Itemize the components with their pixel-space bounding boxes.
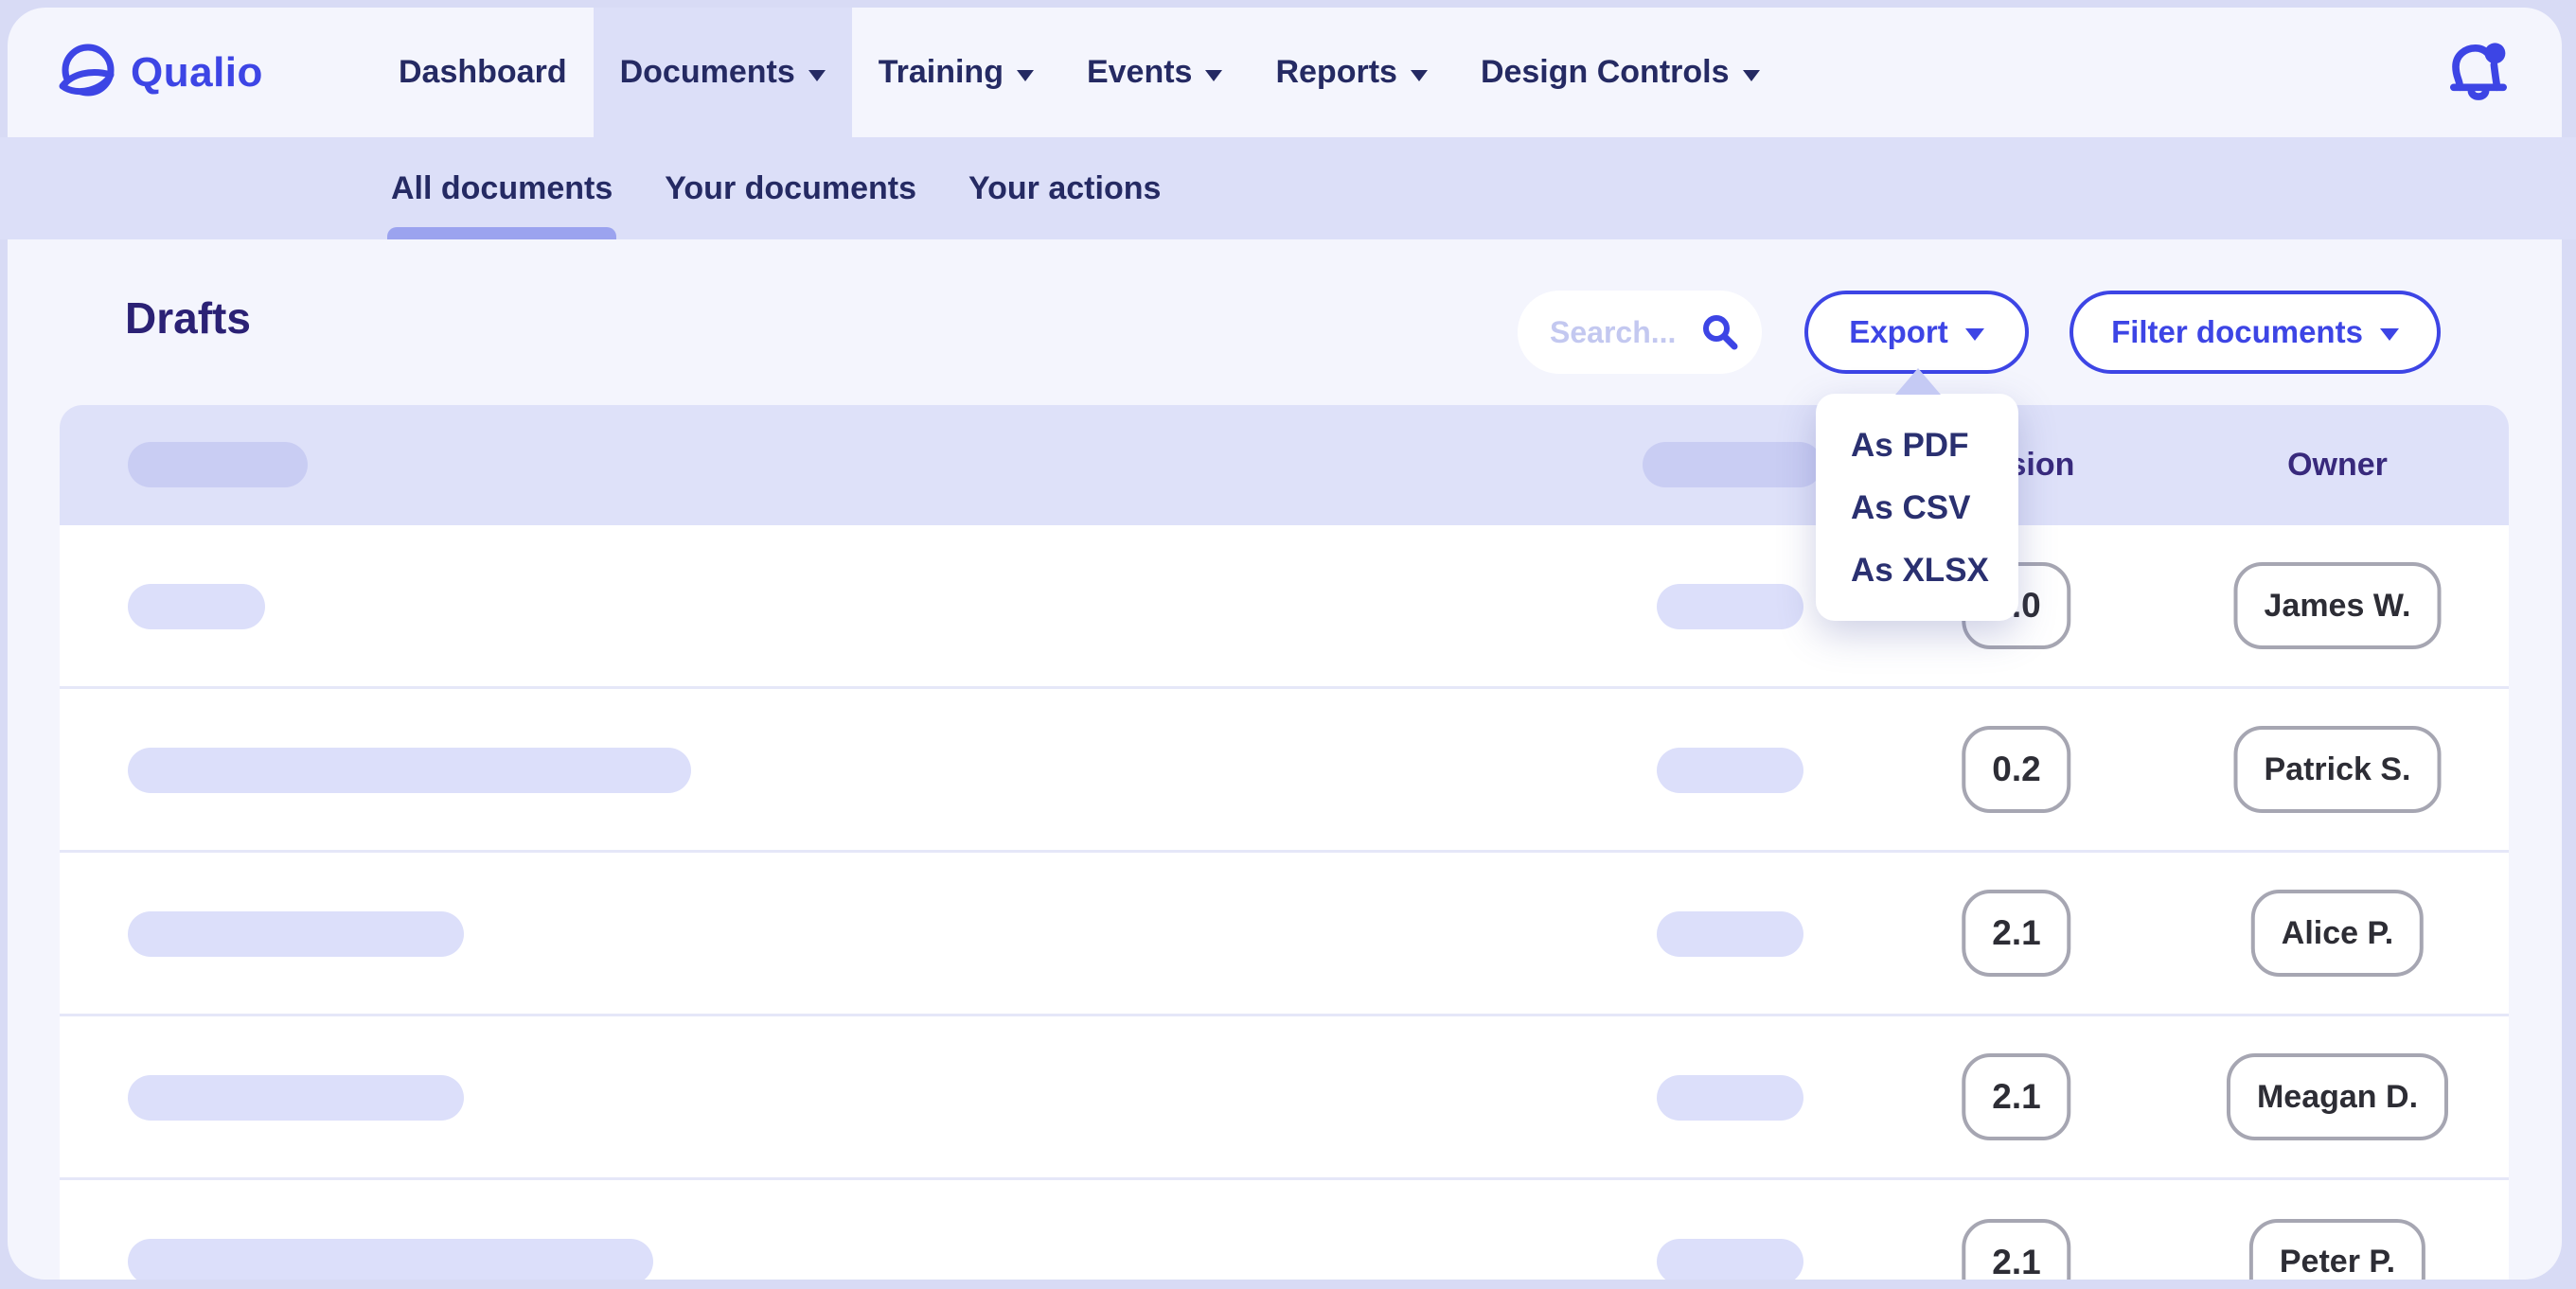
title-placeholder-bar (128, 1075, 464, 1121)
documents-subnav: All documents Your documents Your action… (0, 137, 2576, 239)
nav-item-documents[interactable]: Documents (594, 8, 852, 137)
owner-badge: Meagan D. (2227, 1053, 2448, 1140)
chevron-down-icon (1743, 70, 1760, 81)
status-placeholder-bar (1657, 1075, 1803, 1121)
menu-caret-icon (1895, 368, 1941, 395)
menu-item-as-pdf[interactable]: As PDF (1816, 415, 2018, 477)
content-area: Drafts Export Filter documents Version O… (8, 239, 2562, 1280)
search-box[interactable] (1518, 291, 1762, 374)
table-row[interactable]: 2.1 Peter P. (60, 1180, 2509, 1280)
chevron-down-icon (2380, 328, 2399, 341)
app-window: Qualio Dashboard Documents Training Even… (0, 0, 2576, 1289)
nav-item-label: Design Controls (1481, 54, 1730, 91)
bell-icon (2447, 39, 2510, 107)
nav-item-events[interactable]: Events (1060, 8, 1250, 137)
active-tab-indicator (387, 227, 616, 239)
column-header-owner: Owner (2243, 405, 2432, 525)
search-icon (1701, 313, 1739, 351)
chevron-down-icon (1411, 70, 1428, 81)
main-nav: Dashboard Documents Training Events Repo… (372, 8, 1786, 137)
table-row[interactable]: 2.1 Meagan D. (60, 1016, 2509, 1180)
nav-item-label: Dashboard (399, 54, 567, 91)
owner-badge: Peter P. (2249, 1219, 2425, 1280)
export-menu: As PDF As CSV As XLSX (1816, 394, 2018, 621)
header-placeholder-bar (1643, 442, 1822, 487)
nav-item-label: Events (1087, 54, 1193, 91)
nav-item-dashboard[interactable]: Dashboard (372, 8, 594, 137)
documents-table: Version Owner 1.0 James W. 0.2 Patrick S… (60, 405, 2509, 1280)
tab-your-documents[interactable]: Your documents (665, 137, 916, 239)
table-row[interactable]: 2.1 Alice P. (60, 853, 2509, 1016)
title-placeholder-bar (128, 911, 464, 957)
header-placeholder-bar (128, 442, 308, 487)
top-navbar: Qualio Dashboard Documents Training Even… (8, 8, 2562, 137)
nav-item-training[interactable]: Training (852, 8, 1060, 137)
tab-label: Your actions (968, 170, 1161, 207)
title-placeholder-bar (128, 748, 691, 793)
table-header-row: Version Owner (60, 405, 2509, 525)
version-badge: 2.1 (1962, 1219, 2070, 1280)
version-badge: 2.1 (1962, 890, 2070, 977)
owner-badge: Alice P. (2251, 890, 2424, 977)
export-button[interactable]: Export (1804, 291, 2029, 374)
status-placeholder-bar (1657, 911, 1803, 957)
chevron-down-icon (1017, 70, 1034, 81)
brand-logo[interactable]: Qualio (57, 8, 263, 137)
table-row[interactable]: 0.2 Patrick S. (60, 689, 2509, 853)
filter-button-label: Filter documents (2111, 314, 2363, 350)
table-row[interactable]: 1.0 James W. (60, 525, 2509, 689)
tab-your-actions[interactable]: Your actions (968, 137, 1161, 239)
unread-dot (2485, 43, 2506, 63)
tab-all-documents[interactable]: All documents (391, 137, 613, 239)
brand-name: Qualio (131, 49, 263, 97)
status-placeholder-bar (1657, 1239, 1803, 1280)
nav-item-label: Reports (1275, 54, 1396, 91)
tab-label: Your documents (665, 170, 916, 207)
status-placeholder-bar (1657, 584, 1803, 629)
status-placeholder-bar (1657, 748, 1803, 793)
chevron-down-icon (808, 70, 826, 81)
filter-documents-button[interactable]: Filter documents (2070, 291, 2441, 374)
version-badge: 2.1 (1962, 1053, 2070, 1140)
search-input[interactable] (1550, 315, 1711, 350)
chevron-down-icon (1205, 70, 1222, 81)
owner-badge: Patrick S. (2234, 726, 2442, 813)
page-title: Drafts (125, 292, 251, 344)
title-placeholder-bar (128, 1239, 653, 1280)
notifications-button[interactable] (2444, 38, 2513, 110)
nav-item-design-controls[interactable]: Design Controls (1454, 8, 1786, 137)
qualio-logo-icon (57, 43, 117, 103)
nav-item-label: Documents (620, 54, 795, 91)
menu-item-as-xlsx[interactable]: As XLSX (1816, 539, 2018, 602)
title-placeholder-bar (128, 584, 265, 629)
owner-badge: James W. (2234, 562, 2442, 649)
export-button-label: Export (1849, 314, 1948, 350)
menu-item-as-csv[interactable]: As CSV (1816, 477, 2018, 539)
nav-item-label: Training (879, 54, 1004, 91)
tab-label: All documents (391, 170, 613, 207)
chevron-down-icon (1965, 328, 1984, 341)
nav-item-reports[interactable]: Reports (1249, 8, 1453, 137)
version-badge: 0.2 (1962, 726, 2070, 813)
